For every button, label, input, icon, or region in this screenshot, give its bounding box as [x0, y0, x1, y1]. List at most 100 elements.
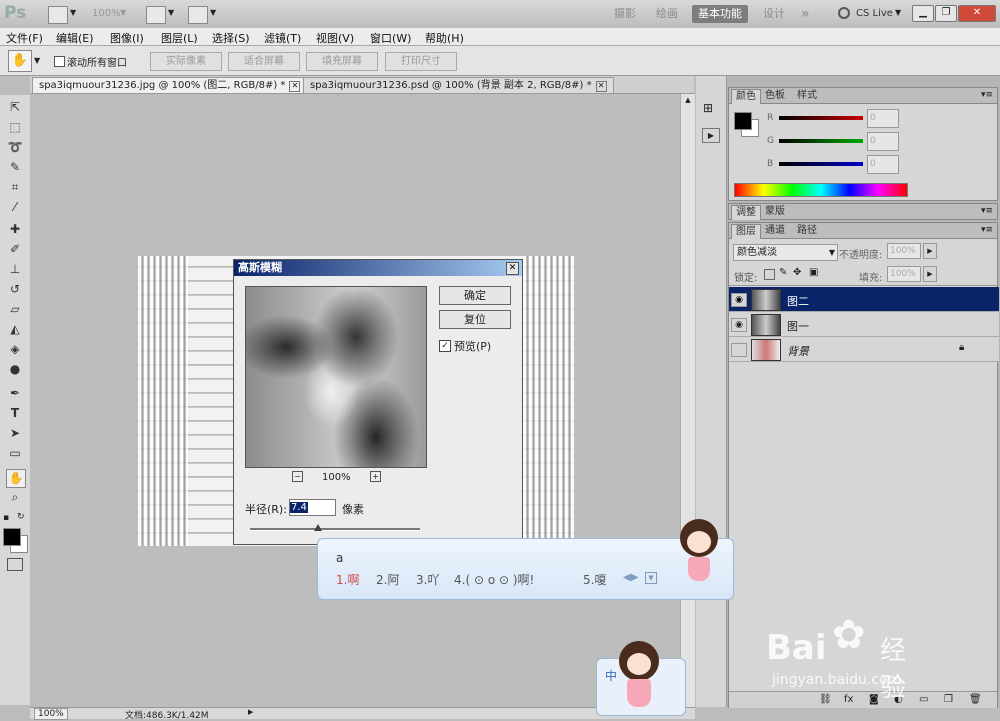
layer-row-图一[interactable]: ◉ 图一 [729, 312, 999, 337]
clone-stamp-tool-icon[interactable]: ⊥ [6, 261, 24, 278]
workspace-essentials[interactable]: 基本功能 [692, 5, 748, 23]
more-workspaces-icon[interactable]: » [795, 5, 816, 23]
lock-pixels-icon[interactable]: ✎ [779, 267, 787, 278]
menu-filter[interactable]: 滤镜(T) [264, 30, 301, 46]
workspace-painting[interactable]: 绘画 [650, 5, 684, 23]
launch-bridge-icon[interactable] [48, 6, 68, 24]
chevron-down-icon[interactable]: ▼ [210, 8, 216, 17]
menu-select[interactable]: 选择(S) [212, 30, 250, 46]
visibility-eye-toggle[interactable] [731, 343, 747, 357]
zoom-tool-icon[interactable]: ⌕ [6, 489, 24, 506]
move-tool-icon[interactable]: ⇱ [6, 99, 24, 116]
ime-candidate-5[interactable]: 5.嗄 [583, 571, 606, 588]
foreground-color-swatch[interactable] [734, 112, 752, 130]
dialog-close-icon[interactable]: ✕ [506, 262, 519, 275]
delete-layer-icon[interactable]: 🗑︎ [969, 694, 982, 705]
cs-live-button[interactable]: CS Live [856, 8, 893, 19]
visibility-eye-icon[interactable]: ◉ [731, 318, 747, 332]
chevron-down-icon[interactable]: ▼ [120, 8, 126, 17]
print-size-button[interactable]: 打印尺寸 [385, 52, 457, 71]
actions-panel-icon[interactable]: ▶ [702, 128, 720, 143]
tab-document-psd[interactable]: spa3iqmuour31236.psd @ 100% (背景 副本 2, RG… [303, 77, 614, 93]
tab-document-jpg[interactable]: spa3iqmuour31236.jpg @ 100% (图二, RGB/8#)… [32, 77, 308, 93]
ime-mode-indicator[interactable]: 中 [605, 667, 617, 684]
eraser-tool-icon[interactable]: ▱ [6, 301, 24, 318]
blend-mode-select[interactable]: 颜色减淡 ▼ [733, 244, 838, 261]
menu-view[interactable]: 视图(V) [316, 30, 354, 46]
panel-menu-icon[interactable]: ▾≡ [981, 225, 993, 235]
layer-style-icon[interactable]: fx [844, 694, 853, 705]
healing-brush-tool-icon[interactable]: ✚ [6, 221, 24, 238]
hand-tool-icon[interactable]: ✋ [6, 469, 26, 488]
minimize-button[interactable]: ▁ [912, 5, 934, 22]
channel-b-slider[interactable] [779, 162, 863, 166]
tab-paths[interactable]: 路径 [793, 224, 821, 238]
zoom-in-button[interactable]: + [370, 471, 381, 482]
cs-live-icon[interactable] [838, 7, 850, 19]
workspace-design[interactable]: 设计 [757, 5, 791, 23]
quick-selection-tool-icon[interactable]: ✎ [6, 159, 24, 176]
ime-page-arrows-icon[interactable]: ◀▶ [623, 572, 638, 583]
menu-edit[interactable]: 编辑(E) [56, 30, 94, 46]
channel-r-input[interactable]: 0 [867, 109, 899, 128]
ime-candidate-1[interactable]: 1.啊 [336, 571, 359, 588]
panel-menu-icon[interactable]: ▾≡ [981, 90, 993, 100]
opacity-input[interactable]: 100% [887, 243, 921, 259]
quick-mask-icon[interactable] [7, 558, 23, 571]
ime-candidate-3[interactable]: 3.吖 [416, 571, 439, 588]
tab-swatches[interactable]: 色板 [761, 89, 789, 103]
fill-input[interactable]: 100% [887, 266, 921, 282]
hand-tool-preset-icon[interactable]: ✋ [8, 50, 32, 72]
restore-button[interactable]: ❐ [935, 5, 957, 22]
ime-candidate-2[interactable]: 2.阿 [376, 571, 399, 588]
channel-r-slider[interactable] [779, 116, 863, 120]
type-tool-icon[interactable]: T [6, 405, 24, 422]
scroll-all-checkbox[interactable] [54, 56, 65, 67]
default-colors-icon[interactable]: ▪ [3, 513, 9, 523]
menu-window[interactable]: 窗口(W) [370, 30, 411, 46]
chevron-down-icon[interactable]: ▼ [168, 8, 174, 17]
opacity-arrow-icon[interactable]: ▶ [923, 243, 937, 259]
layer-row-背景[interactable]: 背景 🔒︎ [729, 337, 999, 362]
menu-layer[interactable]: 图层(L) [161, 30, 198, 46]
fit-screen-button[interactable]: 适合屏幕 [228, 52, 300, 71]
crop-tool-icon[interactable]: ⌗ [6, 179, 24, 196]
fill-screen-button[interactable]: 填充屏幕 [306, 52, 378, 71]
canvas-vertical-scrollbar[interactable]: ▲ [680, 94, 695, 707]
zoom-out-button[interactable]: − [292, 471, 303, 482]
radius-slider-track[interactable] [250, 528, 420, 531]
actual-pixels-button[interactable]: 实际像素 [150, 52, 222, 71]
menu-help[interactable]: 帮助(H) [425, 30, 464, 46]
channel-b-input[interactable]: 0 [867, 155, 899, 174]
status-arrow-icon[interactable]: ▶ [248, 708, 253, 716]
chevron-down-icon[interactable]: ▼ [895, 8, 901, 17]
lock-all-icon[interactable]: ▣ [809, 267, 818, 278]
radius-input[interactable]: 7.4 [289, 499, 336, 516]
screen-mode-icon[interactable] [188, 6, 208, 24]
ime-candidate-4[interactable]: 4.( ⊙ o ⊙ )啊! [454, 571, 534, 588]
preview-checkbox[interactable]: ✓ [439, 340, 451, 352]
menu-file[interactable]: 文件(F) [6, 30, 43, 46]
workspace-photography[interactable]: 摄影 [608, 5, 642, 23]
marquee-tool-icon[interactable]: ⬚ [6, 119, 24, 136]
ok-button[interactable]: 确定 [439, 286, 511, 305]
arrange-documents-icon[interactable] [146, 6, 166, 24]
add-mask-icon[interactable]: ◙ [869, 694, 879, 705]
tab-styles[interactable]: 样式 [793, 89, 821, 103]
close-button[interactable]: ✕ [958, 5, 996, 22]
swap-colors-icon[interactable]: ↻ [17, 512, 25, 522]
menu-image[interactable]: 图像(I) [110, 30, 144, 46]
new-layer-icon[interactable]: ❐ [944, 694, 953, 705]
history-brush-tool-icon[interactable]: ↺ [6, 281, 24, 298]
eyedropper-tool-icon[interactable]: ⁄ [6, 199, 24, 216]
history-panel-icon[interactable]: ⊞ [703, 101, 713, 115]
zoom-level[interactable]: 100% [92, 8, 121, 19]
paint-bucket-tool-icon[interactable]: ◭ [6, 321, 24, 338]
pen-tool-icon[interactable]: ✒ [6, 385, 24, 402]
reset-button[interactable]: 复位 [439, 310, 511, 329]
ime-status-bar[interactable]: 中 [596, 641, 686, 716]
ime-expand-icon[interactable]: ▼ [645, 572, 657, 584]
tab-channels[interactable]: 通道 [761, 224, 789, 238]
scroll-up-icon[interactable]: ▲ [683, 96, 693, 106]
channel-g-slider[interactable] [779, 139, 863, 143]
